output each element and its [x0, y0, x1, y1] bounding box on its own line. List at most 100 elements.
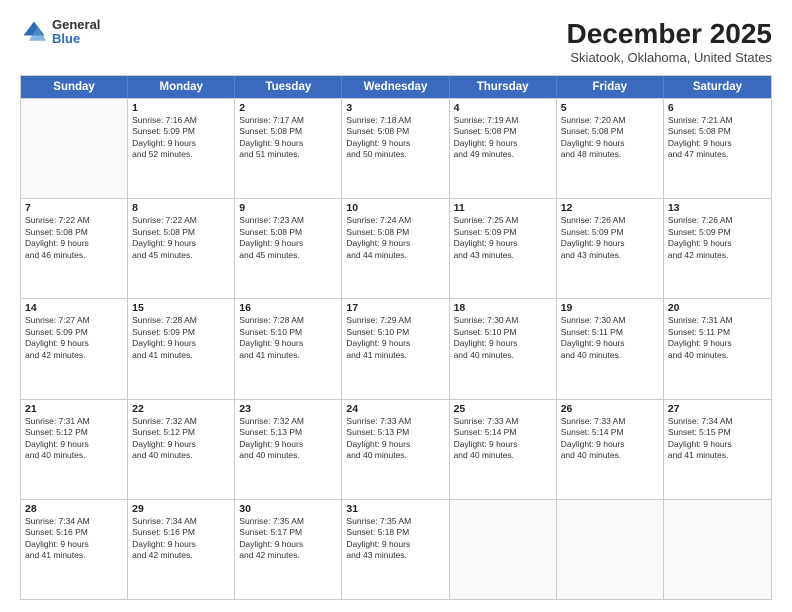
day-info-line: Sunset: 5:16 PM: [25, 527, 123, 538]
day-cell-28: 28Sunrise: 7:34 AMSunset: 5:16 PMDayligh…: [21, 500, 128, 599]
day-info-line: Daylight: 9 hours: [132, 238, 230, 249]
day-info-line: Sunset: 5:11 PM: [561, 327, 659, 338]
day-cell-18: 18Sunrise: 7:30 AMSunset: 5:10 PMDayligh…: [450, 299, 557, 398]
day-info-line: Sunrise: 7:28 AM: [239, 315, 337, 326]
month-year-title: December 2025: [567, 18, 772, 50]
day-info-line: and 51 minutes.: [239, 149, 337, 160]
day-info-line: Sunset: 5:10 PM: [239, 327, 337, 338]
day-info-line: Daylight: 9 hours: [25, 439, 123, 450]
day-info-line: Sunset: 5:09 PM: [25, 327, 123, 338]
day-number: 11: [454, 202, 552, 214]
day-info-line: Sunrise: 7:28 AM: [132, 315, 230, 326]
day-info-line: Daylight: 9 hours: [132, 439, 230, 450]
day-info-line: Daylight: 9 hours: [454, 238, 552, 249]
day-info-line: Sunrise: 7:33 AM: [346, 416, 444, 427]
day-number: 3: [346, 102, 444, 114]
day-info-line: and 40 minutes.: [454, 450, 552, 461]
day-info-line: Sunrise: 7:35 AM: [239, 516, 337, 527]
day-info-line: Sunset: 5:12 PM: [132, 427, 230, 438]
day-number: 23: [239, 403, 337, 415]
day-info-line: Daylight: 9 hours: [132, 539, 230, 550]
day-info-line: Sunrise: 7:34 AM: [132, 516, 230, 527]
day-number: 30: [239, 503, 337, 515]
day-info-line: Sunrise: 7:35 AM: [346, 516, 444, 527]
day-number: 9: [239, 202, 337, 214]
day-info-line: and 45 minutes.: [239, 250, 337, 261]
day-number: 4: [454, 102, 552, 114]
day-info-line: Sunrise: 7:22 AM: [25, 215, 123, 226]
day-info-line: Sunrise: 7:20 AM: [561, 115, 659, 126]
day-cell-29: 29Sunrise: 7:34 AMSunset: 5:16 PMDayligh…: [128, 500, 235, 599]
day-cell-19: 19Sunrise: 7:30 AMSunset: 5:11 PMDayligh…: [557, 299, 664, 398]
day-number: 1: [132, 102, 230, 114]
day-cell-27: 27Sunrise: 7:34 AMSunset: 5:15 PMDayligh…: [664, 400, 771, 499]
day-cell-17: 17Sunrise: 7:29 AMSunset: 5:10 PMDayligh…: [342, 299, 449, 398]
day-info-line: Sunset: 5:14 PM: [454, 427, 552, 438]
day-info-line: and 40 minutes.: [561, 350, 659, 361]
day-info-line: Sunrise: 7:33 AM: [454, 416, 552, 427]
day-info-line: Daylight: 9 hours: [239, 138, 337, 149]
day-info-line: Sunrise: 7:30 AM: [561, 315, 659, 326]
page: General Blue December 2025 Skiatook, Okl…: [0, 0, 792, 612]
day-info-line: Daylight: 9 hours: [668, 138, 767, 149]
day-number: 14: [25, 302, 123, 314]
day-cell-9: 9Sunrise: 7:23 AMSunset: 5:08 PMDaylight…: [235, 199, 342, 298]
day-info-line: and 45 minutes.: [132, 250, 230, 261]
day-info-line: Sunrise: 7:26 AM: [668, 215, 767, 226]
day-info-line: Sunset: 5:08 PM: [132, 227, 230, 238]
day-info-line: Sunset: 5:17 PM: [239, 527, 337, 538]
day-info-line: Sunrise: 7:31 AM: [668, 315, 767, 326]
weekday-header-tuesday: Tuesday: [235, 76, 342, 98]
day-info-line: Daylight: 9 hours: [25, 338, 123, 349]
day-info-line: and 40 minutes.: [668, 350, 767, 361]
day-info-line: Sunset: 5:08 PM: [561, 126, 659, 137]
day-info-line: Sunset: 5:13 PM: [239, 427, 337, 438]
day-info-line: Daylight: 9 hours: [132, 138, 230, 149]
weekday-header-monday: Monday: [128, 76, 235, 98]
day-info-line: and 40 minutes.: [454, 350, 552, 361]
day-info-line: Daylight: 9 hours: [561, 138, 659, 149]
day-cell-3: 3Sunrise: 7:18 AMSunset: 5:08 PMDaylight…: [342, 99, 449, 198]
day-info-line: Sunrise: 7:26 AM: [561, 215, 659, 226]
day-info-line: Daylight: 9 hours: [25, 238, 123, 249]
day-info-line: Daylight: 9 hours: [346, 439, 444, 450]
day-info-line: Sunset: 5:09 PM: [132, 327, 230, 338]
day-number: 5: [561, 102, 659, 114]
day-info-line: Sunset: 5:08 PM: [454, 126, 552, 137]
day-info-line: Sunset: 5:09 PM: [561, 227, 659, 238]
day-info-line: Sunrise: 7:19 AM: [454, 115, 552, 126]
day-cell-13: 13Sunrise: 7:26 AMSunset: 5:09 PMDayligh…: [664, 199, 771, 298]
day-info-line: Sunset: 5:08 PM: [25, 227, 123, 238]
day-info-line: Daylight: 9 hours: [561, 439, 659, 450]
empty-cell-r4c5: [557, 500, 664, 599]
day-number: 12: [561, 202, 659, 214]
day-info-line: Sunrise: 7:24 AM: [346, 215, 444, 226]
day-info-line: Daylight: 9 hours: [454, 338, 552, 349]
day-info-line: and 42 minutes.: [132, 550, 230, 561]
day-info-line: Sunrise: 7:27 AM: [25, 315, 123, 326]
day-info-line: Daylight: 9 hours: [668, 439, 767, 450]
weekday-header-friday: Friday: [557, 76, 664, 98]
day-info-line: and 41 minutes.: [239, 350, 337, 361]
calendar: SundayMondayTuesdayWednesdayThursdayFrid…: [20, 75, 772, 600]
day-number: 28: [25, 503, 123, 515]
day-info-line: Sunrise: 7:33 AM: [561, 416, 659, 427]
day-info-line: and 43 minutes.: [346, 550, 444, 561]
day-cell-16: 16Sunrise: 7:28 AMSunset: 5:10 PMDayligh…: [235, 299, 342, 398]
day-info-line: and 41 minutes.: [25, 550, 123, 561]
day-info-line: Sunrise: 7:21 AM: [668, 115, 767, 126]
title-block: December 2025 Skiatook, Oklahoma, United…: [567, 18, 772, 65]
day-info-line: and 41 minutes.: [132, 350, 230, 361]
day-info-line: Sunrise: 7:34 AM: [25, 516, 123, 527]
day-info-line: Sunrise: 7:23 AM: [239, 215, 337, 226]
day-info-line: and 49 minutes.: [454, 149, 552, 160]
day-number: 2: [239, 102, 337, 114]
day-info-line: Sunset: 5:08 PM: [668, 126, 767, 137]
weekday-header-sunday: Sunday: [21, 76, 128, 98]
day-cell-24: 24Sunrise: 7:33 AMSunset: 5:13 PMDayligh…: [342, 400, 449, 499]
day-cell-15: 15Sunrise: 7:28 AMSunset: 5:09 PMDayligh…: [128, 299, 235, 398]
day-info-line: Daylight: 9 hours: [239, 539, 337, 550]
weekday-header-wednesday: Wednesday: [342, 76, 449, 98]
day-info-line: Sunset: 5:08 PM: [346, 126, 444, 137]
day-info-line: Sunset: 5:13 PM: [346, 427, 444, 438]
